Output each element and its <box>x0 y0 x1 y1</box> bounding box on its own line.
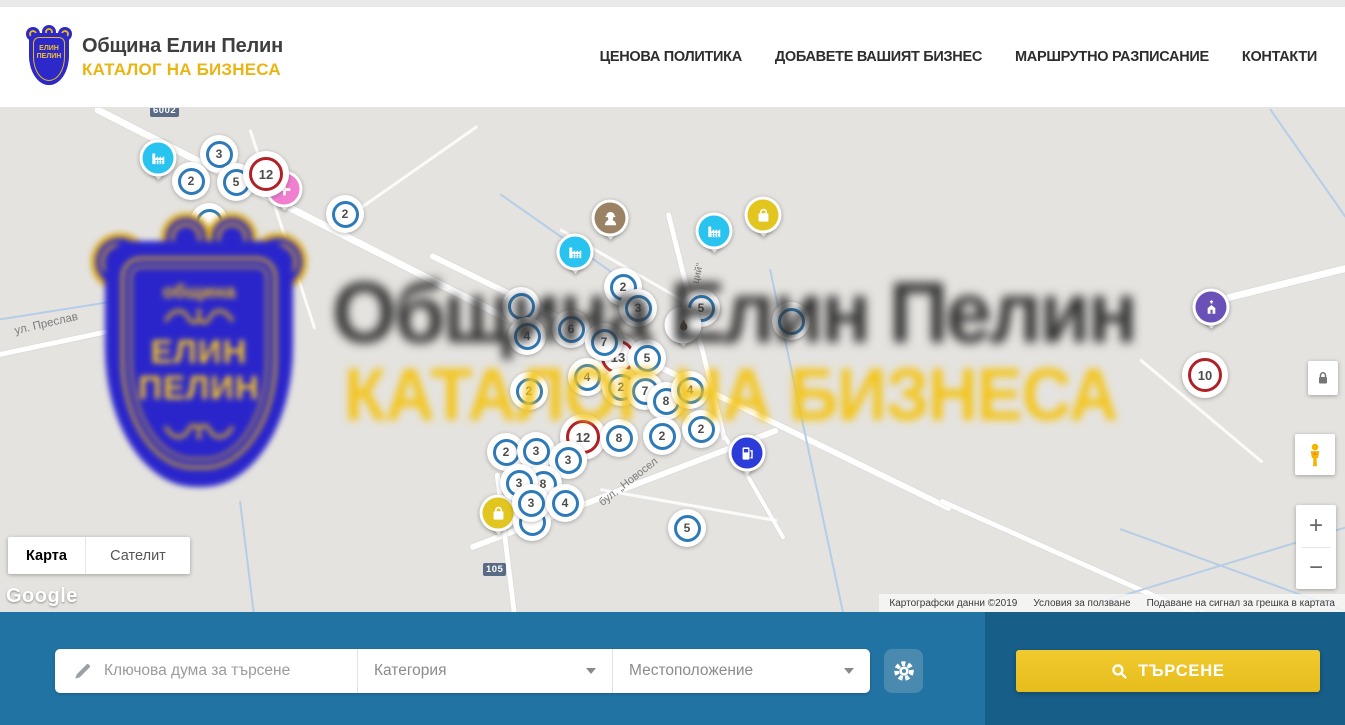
gear-icon <box>893 660 915 682</box>
page-top-strip <box>0 0 1345 7</box>
brand[interactable]: ЕЛИН ПЕЛИН Община Елин Пелин КАТАЛОГ НА … <box>26 27 283 87</box>
lock-control[interactable] <box>1308 361 1338 395</box>
search-bar: Категория Местоположение ТЪРСЕНЕ <box>0 612 1345 725</box>
shopping-bag-icon <box>754 206 772 224</box>
nav-contacts[interactable]: КОНТАКТИ <box>1242 49 1317 65</box>
lock-icon <box>1315 370 1331 386</box>
map-type-map-button[interactable]: Карта <box>8 537 86 574</box>
search-button[interactable]: ТЪРСЕНЕ <box>1016 650 1320 692</box>
map-cluster-2[interactable]: 2 <box>172 162 210 200</box>
zoom-control: + − <box>1296 505 1336 589</box>
map-pin-factory[interactable] <box>140 140 177 177</box>
factory-icon <box>566 243 584 261</box>
chevron-down-icon <box>586 668 596 674</box>
google-logo[interactable]: Google <box>6 585 78 608</box>
nav-route-schedule[interactable]: МАРШРУТНО РАЗПИСАНИЕ <box>1015 49 1209 65</box>
crest-name: ЕЛИН ПЕЛИН <box>26 45 72 61</box>
map-cluster-2[interactable]: 2 <box>643 417 681 455</box>
chevron-down-icon <box>844 668 854 674</box>
location-select-value: Местоположение <box>629 662 753 680</box>
map-pin-factory[interactable] <box>557 234 594 271</box>
map-cluster-8[interactable]: 8 <box>600 419 638 457</box>
fuel-pump-icon <box>738 444 756 462</box>
map-cluster-4[interactable]: 4 <box>568 358 606 396</box>
pegman-icon <box>1304 442 1326 468</box>
search-button-label: ТЪРСЕНЕ <box>1138 662 1224 681</box>
google-map[interactable]: 325122235641375242784128222338334510 общ… <box>0 108 1345 612</box>
site-title: Община Елин Пелин <box>82 35 283 58</box>
category-select-value: Категория <box>374 662 446 680</box>
map-cluster-10[interactable]: 10 <box>1182 352 1228 398</box>
factory-icon <box>705 222 723 240</box>
keyword-search-input[interactable] <box>104 662 357 680</box>
site-header: ЕЛИН ПЕЛИН Община Елин Пелин КАТАЛОГ НА … <box>0 7 1345 108</box>
map-pin-fuel[interactable] <box>729 435 766 472</box>
attribution-report-link[interactable]: Подаване на сигнал за грешка в картата <box>1147 598 1335 609</box>
map-attribution: Картографски данни ©2019 Условия за полз… <box>879 594 1345 612</box>
map-cluster-2[interactable]: 2 <box>326 195 364 233</box>
site-subtitle: КАТАЛОГ НА БИЗНЕСА <box>82 60 283 80</box>
map-cluster-4[interactable]: 4 <box>546 484 584 522</box>
main-nav: ЦЕНОВА ПОЛИТИКА ДОБАВЕТЕ ВАШИЯТ БИЗНЕС М… <box>600 49 1319 65</box>
municipality-crest-logo: ЕЛИН ПЕЛИН <box>26 27 72 87</box>
map-cluster-2[interactable]: 2 <box>682 410 720 448</box>
street-view-pegman[interactable] <box>1295 434 1335 475</box>
map-cluster-5[interactable]: 5 <box>668 509 706 547</box>
map-cluster-12[interactable]: 12 <box>243 151 289 197</box>
nav-pricing-policy[interactable]: ЦЕНОВА ПОЛИТИКА <box>600 49 742 65</box>
factory-icon <box>149 149 167 167</box>
map-type-control: Карта Сателит <box>8 537 190 574</box>
flame-icon <box>674 316 692 334</box>
map-cluster[interactable] <box>190 203 228 241</box>
search-icon <box>1111 663 1128 680</box>
map-pin-worker[interactable] <box>592 200 629 237</box>
attribution-terms-link[interactable]: Условия за ползване <box>1033 598 1130 609</box>
map-cluster[interactable] <box>772 302 810 340</box>
map-pin-bag[interactable] <box>745 197 782 234</box>
nav-add-your-business[interactable]: ДОБАВЕТЕ ВАШИЯТ БИЗНЕС <box>775 49 982 65</box>
zoom-in-button[interactable]: + <box>1296 505 1336 547</box>
map-cluster-3[interactable]: 3 <box>619 289 657 327</box>
category-select[interactable]: Категория <box>357 649 612 693</box>
map-pin-church[interactable] <box>1193 289 1230 326</box>
map-pin-flame[interactable] <box>665 307 702 344</box>
map-cluster-4[interactable]: 4 <box>508 317 546 355</box>
map-cluster-7[interactable]: 7 <box>585 323 623 361</box>
church-icon <box>1202 298 1220 316</box>
map-pin-factory[interactable] <box>696 213 733 250</box>
map-type-satellite-button[interactable]: Сателит <box>86 537 190 574</box>
shopping-bag-icon <box>489 504 507 522</box>
worker-icon <box>601 209 619 227</box>
map-markers: 325122235641375242784128222338334510 <box>0 108 1345 612</box>
location-select[interactable]: Местоположение <box>612 649 870 693</box>
map-cluster-4[interactable]: 4 <box>671 371 709 409</box>
zoom-out-button[interactable]: − <box>1296 547 1336 589</box>
search-input-group: Категория Местоположение <box>55 649 870 693</box>
map-cluster-3[interactable]: 3 <box>512 484 550 522</box>
pencil-icon <box>73 662 92 681</box>
advanced-search-button[interactable] <box>884 649 923 693</box>
map-cluster-2[interactable]: 2 <box>510 372 548 410</box>
attribution-copyright: Картографски данни ©2019 <box>889 598 1017 609</box>
